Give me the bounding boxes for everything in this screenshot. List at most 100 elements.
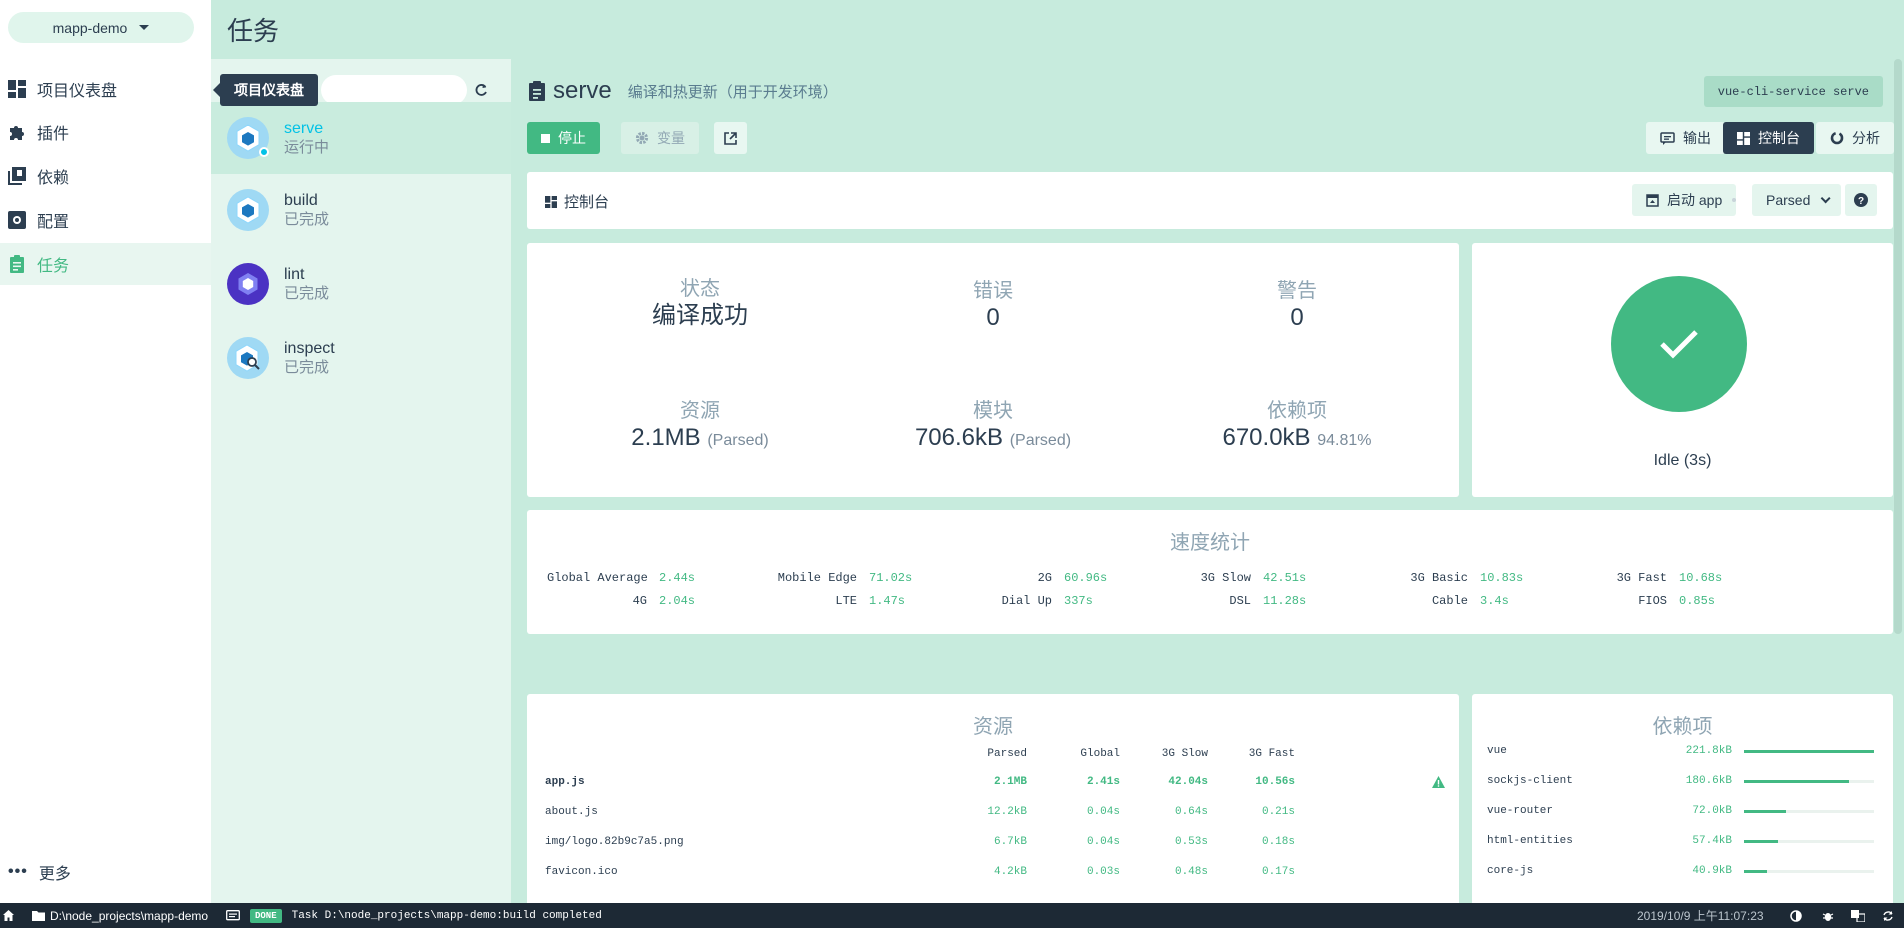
refresh-status-button[interactable] (1882, 903, 1894, 928)
nav-item-dependencies[interactable]: 依赖 (0, 155, 211, 197)
running-indicator (259, 147, 269, 157)
stat-value: 0 (1290, 304, 1304, 331)
nav-item-label: 依赖 (37, 170, 70, 187)
tab-dashboard[interactable]: 控制台 (1723, 122, 1814, 154)
donut-chart-icon (1830, 131, 1844, 145)
dependency-name: core-js (1487, 865, 1534, 877)
page-title: 任务 (227, 16, 280, 46)
task-item-lint[interactable]: lint 已完成 (211, 248, 511, 320)
size-mode-select[interactable]: Parsed (1752, 184, 1842, 216)
asset-cell: 0.53s (1174, 836, 1208, 848)
dependency-size: 180.6kB (1685, 775, 1732, 787)
stat-value: 编译成功 (652, 302, 748, 329)
speed-stat-label: Mobile Edge (777, 571, 857, 585)
speed-stat-item: Global Average 2.44s (547, 571, 695, 585)
message-icon (1660, 131, 1675, 145)
tab-dashboard-label: 控制台 (1758, 130, 1800, 146)
launch-app-button[interactable]: 启动 app (1632, 184, 1737, 216)
open-in-browser-icon (1646, 193, 1659, 207)
language-button[interactable] (1851, 903, 1865, 928)
task-item-inspect[interactable]: inspect 已完成 (211, 322, 511, 394)
asset-cell: 0.48s (1174, 866, 1208, 878)
nav-item-plugins[interactable]: 插件 (0, 111, 211, 153)
project-path-text: D:\node_projects\mapp-demo (50, 908, 209, 923)
console-icon (226, 909, 240, 920)
asset-cell: 0.03s (1086, 866, 1120, 878)
clipboard-icon (10, 255, 24, 273)
task-status: 已完成 (284, 359, 330, 376)
asset-cell: 2.1MB (993, 776, 1027, 788)
list-item: html-entities 57.4kB (1472, 835, 1893, 855)
tab-output[interactable]: 输出 (1646, 122, 1725, 154)
asset-cell: 42.04s (1168, 776, 1208, 788)
task-status: 运行中 (284, 139, 330, 156)
stat-value: 670.0kB 94.81% (1147, 423, 1447, 456)
task-title: serve (553, 77, 612, 104)
task-search-input[interactable] (321, 75, 467, 105)
speed-stat-item: Mobile Edge 71.02s (761, 571, 912, 585)
speed-stats-card: 速度统计 Global Average 2.44s Mobile Edge 71.02… (527, 510, 1893, 634)
table-row: app.js 2.1MB 2.41s 42.04s 10.56s (527, 776, 1459, 796)
nav-item-config[interactable]: 配置 (0, 199, 211, 241)
idle-status-card: Idle (3s) (1472, 243, 1893, 497)
speed-stat-value: 2.44s (659, 571, 696, 585)
stat-main: 706.6kB (914, 424, 1004, 451)
stat-assets: 资源 2.1MB (Parsed) (550, 399, 850, 456)
asset-cell: 0.04s (1086, 836, 1120, 848)
refresh-button[interactable] (469, 78, 493, 102)
home-button[interactable] (3, 903, 14, 928)
warning-icon (1432, 776, 1445, 792)
open-in-new-icon (724, 131, 737, 145)
scrollbar[interactable] (1894, 59, 1902, 634)
task-status: 已完成 (284, 211, 330, 228)
size-bar-fill (1744, 870, 1768, 873)
nav-item-dashboard[interactable]: 项目仪表盘 (0, 68, 211, 110)
help-button[interactable]: ? (1845, 184, 1877, 216)
tab-analyzer[interactable]: 分析 (1816, 122, 1894, 154)
open-external-button[interactable] (714, 122, 747, 154)
webpack-icon (227, 189, 269, 231)
project-selector[interactable]: mapp-demo (8, 12, 194, 43)
stop-button[interactable]: 停止 (527, 122, 600, 154)
dark-mode-toggle[interactable] (1790, 903, 1802, 928)
task-header: serve 编译和热更新（用于开发环境） (529, 77, 838, 105)
asset-name: app.js (545, 776, 585, 788)
check-icon (1660, 330, 1698, 359)
speed-stat-label: DSL (1229, 594, 1251, 608)
task-item-serve[interactable]: serve 运行中 (211, 102, 511, 174)
variables-button[interactable]: 变量 (621, 122, 699, 154)
chevron-down-icon (1821, 192, 1831, 203)
stat-label: 资源 (680, 400, 720, 422)
nav-item-tasks[interactable]: 任务 (0, 243, 211, 285)
speed-stat-value: 2.04s (659, 594, 696, 608)
log-entry[interactable]: DONE Task D:\node_projects\mapp-demo:bui… (250, 903, 602, 928)
console-log-button[interactable] (226, 903, 240, 928)
column-header: Global (1080, 748, 1120, 760)
project-path[interactable]: D:\node_projects\mapp-demo (32, 903, 208, 928)
contrast-icon (1790, 909, 1802, 922)
stat-value: 0 (986, 304, 1000, 331)
stop-label: 停止 (558, 130, 586, 146)
stat-status: 状态 编译成功 (550, 277, 850, 331)
more-icon: ••• (8, 863, 28, 880)
settings-app-icon (8, 211, 26, 229)
asset-cell: 2.41s (1086, 776, 1120, 788)
table-row: img/logo.82b9c7a5.png 6.7kB 0.04s 0.53s 0.18… (527, 836, 1459, 856)
dependency-size: 221.8kB (1685, 745, 1732, 757)
task-item-build[interactable]: build 已完成 (211, 174, 511, 246)
column-header: 3G Slow (1161, 748, 1208, 760)
speed-stat-label: 3G Slow (1200, 571, 1251, 585)
stop-icon (541, 133, 550, 143)
speed-stat-value: 10.68s (1679, 571, 1723, 585)
assets-title: 资源 (973, 716, 1013, 738)
nav-more[interactable]: ••• 更多 (8, 860, 71, 884)
stat-label: 模块 (973, 400, 1013, 422)
stat-value: 706.6kB (Parsed) (843, 423, 1143, 456)
report-bug-button[interactable] (1822, 903, 1834, 928)
speed-stat-item: Dial Up 337s (972, 594, 1093, 608)
table-row: about.js 12.2kB 0.04s 0.64s 0.21s (527, 806, 1459, 826)
asset-cell: 0.04s (1086, 806, 1120, 818)
speed-stat-label: Global Average (547, 571, 648, 585)
log-message: Task D:\node_projects\mapp-demo:build co… (291, 909, 602, 922)
asset-cell: 0.17s (1261, 866, 1295, 878)
